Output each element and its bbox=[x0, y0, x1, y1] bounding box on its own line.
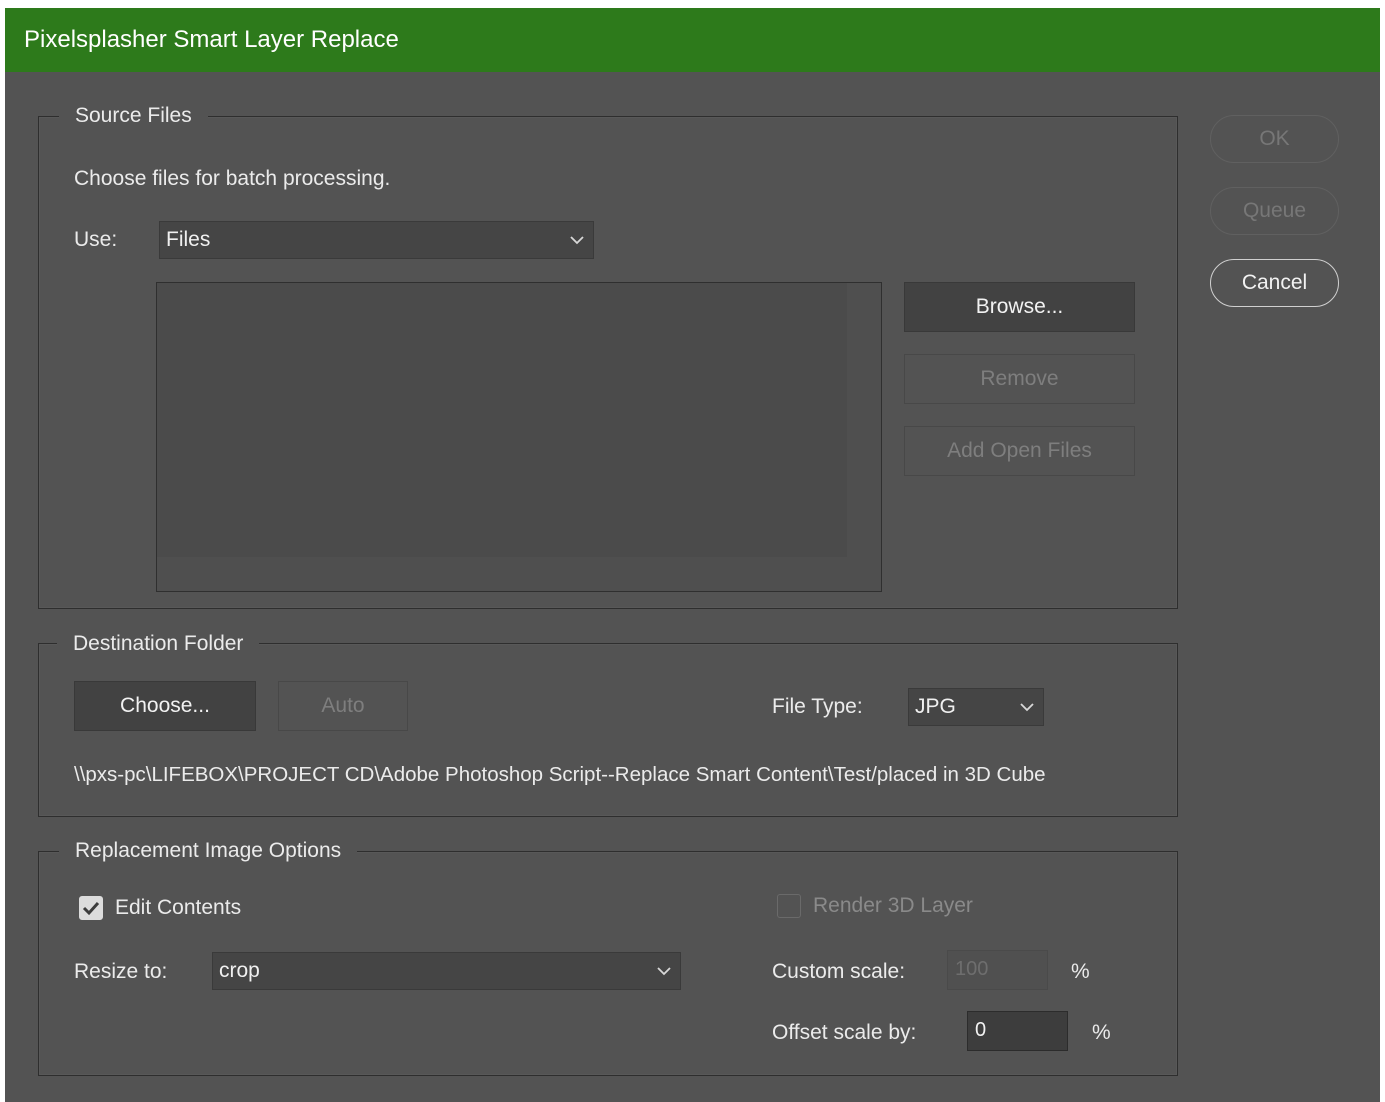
ok-button[interactable]: OK bbox=[1210, 115, 1339, 163]
chevron-down-icon bbox=[1019, 689, 1035, 725]
use-select-value: Files bbox=[166, 228, 211, 251]
browse-button[interactable]: Browse... bbox=[904, 282, 1135, 332]
list-horizontal-scrollbar[interactable] bbox=[157, 557, 847, 591]
replacement-options-group: Replacement Image Options Edit Contents … bbox=[38, 838, 1178, 1076]
destination-folder-legend: Destination Folder bbox=[57, 631, 260, 657]
cancel-button[interactable]: Cancel bbox=[1210, 259, 1339, 307]
custom-scale-input[interactable]: 100 bbox=[947, 950, 1048, 990]
file-type-select[interactable]: JPG bbox=[908, 688, 1044, 726]
edit-contents-label[interactable]: Edit Contents bbox=[115, 895, 241, 921]
render-3d-layer-label[interactable]: Render 3D Layer bbox=[813, 893, 973, 919]
use-label: Use: bbox=[74, 228, 118, 251]
replacement-options-legend: Replacement Image Options bbox=[59, 838, 358, 864]
offset-scale-label: Offset scale by: bbox=[772, 1021, 917, 1044]
dialog-window: Pixelsplasher Smart Layer Replace Source… bbox=[5, 8, 1380, 1102]
offset-scale-input[interactable]: 0 bbox=[967, 1011, 1068, 1051]
window-title: Pixelsplasher Smart Layer Replace bbox=[24, 26, 399, 53]
resize-to-label: Resize to: bbox=[74, 960, 168, 983]
render-3d-layer-checkbox[interactable] bbox=[777, 894, 801, 918]
use-select[interactable]: Files bbox=[159, 221, 594, 259]
resize-to-value: crop bbox=[219, 959, 260, 982]
edit-contents-checkbox[interactable] bbox=[79, 896, 103, 920]
custom-scale-label: Custom scale: bbox=[772, 960, 906, 983]
source-files-group: Source Files Choose files for batch proc… bbox=[38, 103, 1178, 609]
choose-button[interactable]: Choose... bbox=[74, 681, 256, 731]
file-type-value: JPG bbox=[915, 695, 956, 718]
offset-scale-unit: % bbox=[1092, 1021, 1111, 1044]
source-files-list[interactable] bbox=[156, 282, 882, 592]
checkmark-icon bbox=[82, 901, 100, 916]
destination-path: \\pxs-pc\LIFEBOX\PROJECT CD\Adobe Photos… bbox=[74, 763, 1046, 786]
chevron-down-icon bbox=[569, 222, 585, 258]
source-files-legend: Source Files bbox=[59, 103, 208, 129]
custom-scale-unit: % bbox=[1071, 960, 1090, 983]
resize-to-select[interactable]: crop bbox=[212, 952, 681, 990]
queue-button[interactable]: Queue bbox=[1210, 187, 1339, 235]
title-bar[interactable]: Pixelsplasher Smart Layer Replace bbox=[5, 8, 1380, 72]
source-files-description: Choose files for batch processing. bbox=[74, 167, 391, 190]
destination-folder-group: Destination Folder Choose... Auto File T… bbox=[38, 631, 1178, 817]
add-open-files-button[interactable]: Add Open Files bbox=[904, 426, 1135, 476]
file-type-label: File Type: bbox=[772, 695, 863, 718]
chevron-down-icon bbox=[656, 953, 672, 989]
list-vertical-scrollbar[interactable] bbox=[847, 283, 881, 591]
remove-button[interactable]: Remove bbox=[904, 354, 1135, 404]
auto-button[interactable]: Auto bbox=[278, 681, 408, 731]
